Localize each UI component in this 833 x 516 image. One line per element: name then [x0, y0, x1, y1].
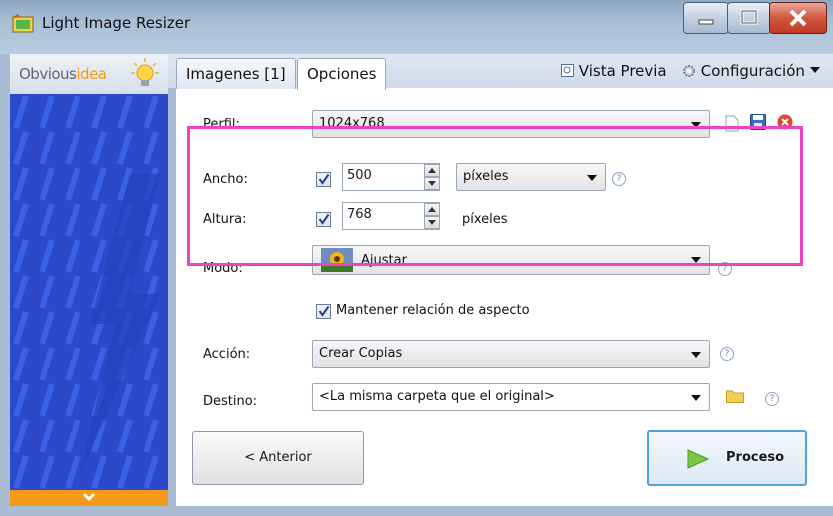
accion-select[interactable]: Crear Copias — [312, 340, 710, 368]
play-icon — [687, 449, 709, 469]
aspect-label: Mantener relación de aspecto — [336, 303, 530, 318]
preview-icon — [561, 64, 574, 77]
sidebar-pattern — [10, 94, 168, 494]
back-label: < Anterior — [244, 450, 312, 465]
lightbulb-icon — [131, 58, 159, 86]
process-label: Proceso — [726, 450, 785, 465]
highlight-box — [187, 126, 803, 266]
app-window: Light Image Resizer Obviousidea Imagenes… — [0, 0, 833, 516]
brand-name: Obvious — [19, 65, 77, 83]
sidebar: Obviousidea — [10, 54, 168, 506]
folder-icon[interactable] — [726, 389, 744, 403]
tab-opciones[interactable]: Opciones — [297, 58, 387, 90]
minimize-button[interactable] — [683, 2, 729, 34]
tab-imagenes[interactable]: Imagenes [1] — [176, 58, 296, 89]
preview-label: Vista Previa — [578, 62, 667, 80]
config-menu[interactable]: Configuración — [682, 62, 820, 80]
dropdown-arrow-icon — [691, 352, 701, 358]
chevron-down-icon[interactable] — [82, 492, 96, 502]
accion-label: Acción: — [203, 347, 251, 362]
help-icon[interactable]: ? — [765, 392, 779, 406]
destino-label: Destino: — [203, 394, 258, 409]
gear-icon — [683, 65, 695, 77]
dropdown-arrow-icon — [691, 395, 701, 401]
process-button[interactable]: Proceso — [647, 430, 807, 486]
title-bar: Light Image Resizer — [0, 0, 833, 54]
maximize-button[interactable] — [727, 2, 771, 34]
brand-logo: Obviousidea — [10, 54, 168, 94]
checkmark-icon — [318, 305, 330, 317]
destino-value: <La misma carpeta que el original> — [319, 389, 555, 404]
maximize-icon — [740, 9, 758, 25]
accion-value: Crear Copias — [319, 346, 403, 361]
caret-down-icon — [809, 67, 820, 73]
brand-name-accent: idea — [76, 65, 107, 83]
app-icon — [12, 14, 34, 33]
back-button[interactable]: < Anterior — [192, 431, 364, 485]
help-icon[interactable]: ? — [720, 347, 734, 361]
aspect-checkbox[interactable] — [316, 304, 331, 319]
destino-select[interactable]: <La misma carpeta que el original> — [312, 383, 710, 411]
window-title: Light Image Resizer — [42, 14, 191, 32]
close-button[interactable] — [769, 2, 827, 34]
preview-link[interactable]: Vista Previa — [561, 62, 667, 80]
minimize-icon — [698, 19, 714, 25]
config-label: Configuración — [700, 62, 805, 80]
close-icon — [789, 9, 807, 27]
